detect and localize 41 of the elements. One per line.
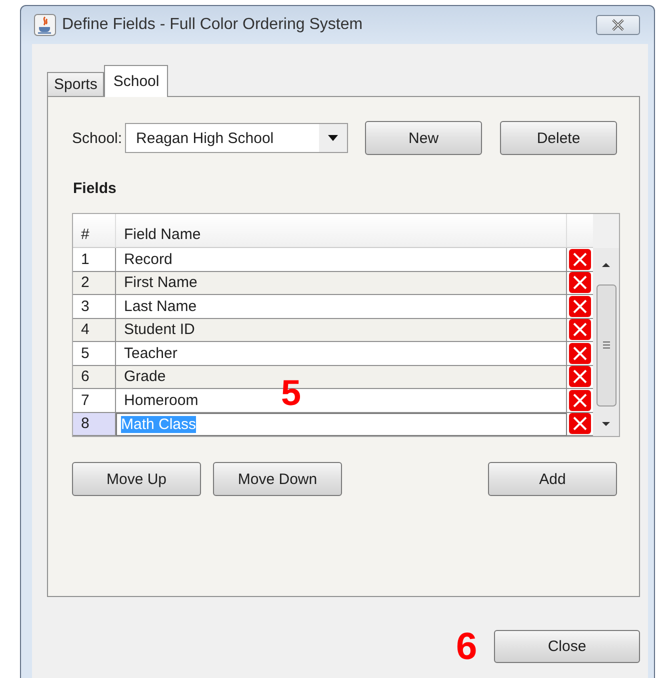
delete-icon[interactable] <box>569 390 591 411</box>
table-cell: 5 <box>73 342 116 366</box>
table-cell: 6 <box>73 366 116 389</box>
table-cell: 7 <box>73 389 116 412</box>
delete-icon[interactable] <box>569 296 591 317</box>
table-cell: 4 <box>73 318 116 342</box>
school-label: School: <box>72 130 122 146</box>
column-header: Field Name <box>116 214 567 248</box>
school-dropdown[interactable]: Reagan High School <box>125 123 348 153</box>
delete-icon[interactable] <box>569 319 591 340</box>
table-cell: First Name <box>116 272 567 295</box>
column-header: # <box>73 214 116 248</box>
tab[interactable]: School <box>104 65 168 97</box>
cup-icon <box>34 14 56 36</box>
scrollbar[interactable] <box>593 248 619 436</box>
section-heading: Fields <box>73 180 118 199</box>
table-cell: Student ID <box>116 318 567 342</box>
table-cell: 3 <box>73 295 116 318</box>
move-up-button[interactable]: Move Up <box>72 462 201 496</box>
delete-button[interactable]: Delete <box>500 121 617 155</box>
table-cell: 8 <box>73 412 116 436</box>
close-button[interactable]: Close <box>494 630 640 663</box>
close-icon[interactable] <box>596 15 640 35</box>
move-down-button[interactable]: Move Down <box>213 462 342 496</box>
delete-icon[interactable] <box>569 413 591 434</box>
step-number: 6 <box>456 628 478 666</box>
delete-icon[interactable] <box>569 366 591 388</box>
add-button[interactable]: Add <box>488 462 617 496</box>
window-title: Define Fields - Full Color Ordering System <box>62 16 364 34</box>
delete-icon[interactable] <box>569 272 591 294</box>
delete-icon[interactable] <box>569 248 591 270</box>
table-cell: Last Name <box>116 295 567 318</box>
table-cell: Record <box>116 248 567 272</box>
table-cell: 2 <box>73 272 116 295</box>
new-button[interactable]: New <box>365 121 482 155</box>
tab[interactable]: Sports <box>47 72 104 96</box>
column-header <box>567 214 593 248</box>
caret-icon <box>328 135 338 141</box>
delete-icon[interactable] <box>569 342 591 364</box>
table-cell: Teacher <box>116 342 567 366</box>
table-cell: 1 <box>73 248 116 272</box>
